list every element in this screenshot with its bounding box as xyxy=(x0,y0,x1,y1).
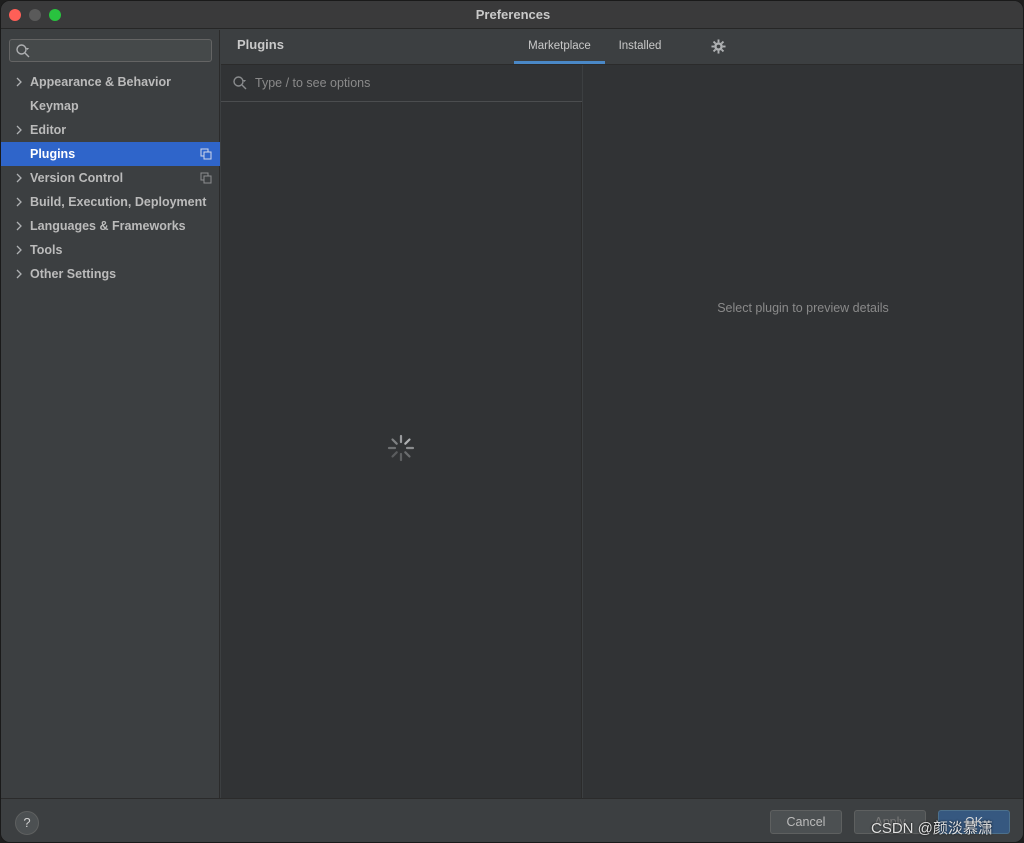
help-button[interactable]: ? xyxy=(15,811,39,835)
tab-marketplace[interactable]: Marketplace xyxy=(514,30,605,64)
sidebar-item-label: Appearance & Behavior xyxy=(30,75,172,89)
sidebar-item-keymap[interactable]: Keymap xyxy=(1,94,220,118)
sidebar-item-plugins[interactable]: Plugins xyxy=(1,142,220,166)
sidebar-item-version-control[interactable]: Version Control xyxy=(1,166,220,190)
sidebar-item-editor[interactable]: Editor xyxy=(1,118,220,142)
project-settings-icon xyxy=(200,148,212,160)
plugin-details-pane: Select plugin to preview details xyxy=(583,65,1023,798)
plugins-header: Plugins Marketplace Installed xyxy=(221,30,1023,65)
sidebar-item-label: Keymap xyxy=(30,99,79,113)
sidebar-item-build-execution-deployment[interactable]: Build, Execution, Deployment xyxy=(1,190,220,214)
sidebar-item-label: Languages & Frameworks xyxy=(30,219,186,233)
plugin-search-bar xyxy=(221,65,582,102)
sidebar-item-languages-frameworks[interactable]: Languages & Frameworks xyxy=(1,214,220,238)
sidebar-item-label: Plugins xyxy=(30,147,76,161)
chevron-right-icon[interactable] xyxy=(14,77,24,87)
window-title: Preferences xyxy=(475,7,551,22)
sidebar-item-label: Tools xyxy=(30,243,63,257)
chevron-right-icon[interactable] xyxy=(14,221,24,231)
sidebar-item-label: Build, Execution, Deployment xyxy=(30,195,207,209)
preferences-window: Preferences Appearance & Behavior Keymap… xyxy=(0,0,1024,843)
tab-installed[interactable]: Installed xyxy=(608,30,672,64)
loading-spinner-icon xyxy=(387,434,415,462)
chevron-right-icon[interactable] xyxy=(14,197,24,207)
gear-icon[interactable] xyxy=(711,39,726,54)
sidebar-item-label: Other Settings xyxy=(30,267,117,281)
search-icon[interactable] xyxy=(232,75,248,91)
search-icon xyxy=(16,44,30,58)
sidebar-item-label: Editor xyxy=(30,123,67,137)
plugin-list-pane xyxy=(221,65,582,798)
plugin-search-input[interactable] xyxy=(255,73,565,93)
sidebar-item-tools[interactable]: Tools xyxy=(1,238,220,262)
title-bar: Preferences xyxy=(1,1,1023,29)
sidebar-item-appearance-behavior[interactable]: Appearance & Behavior xyxy=(1,70,220,94)
cancel-button[interactable]: Cancel xyxy=(770,810,842,834)
sidebar-search-field[interactable] xyxy=(9,39,212,62)
chevron-right-icon[interactable] xyxy=(14,125,24,135)
settings-sidebar: Appearance & Behavior Keymap Editor Plug… xyxy=(1,30,220,798)
chevron-right-icon[interactable] xyxy=(14,269,24,279)
dialog-footer: ? Cancel Apply OK CSDN @颜淡慕潇 xyxy=(1,798,1023,842)
details-placeholder-text: Select plugin to preview details xyxy=(717,301,889,315)
page-title: Plugins xyxy=(237,37,284,52)
chevron-right-icon[interactable] xyxy=(14,245,24,255)
settings-tree: Appearance & Behavior Keymap Editor Plug… xyxy=(1,70,220,286)
watermark-text: CSDN @颜淡慕潇 xyxy=(871,820,993,837)
chevron-right-icon[interactable] xyxy=(14,173,24,183)
sidebar-item-other-settings[interactable]: Other Settings xyxy=(1,262,220,286)
project-settings-icon xyxy=(200,172,212,184)
sidebar-item-label: Version Control xyxy=(30,171,124,185)
